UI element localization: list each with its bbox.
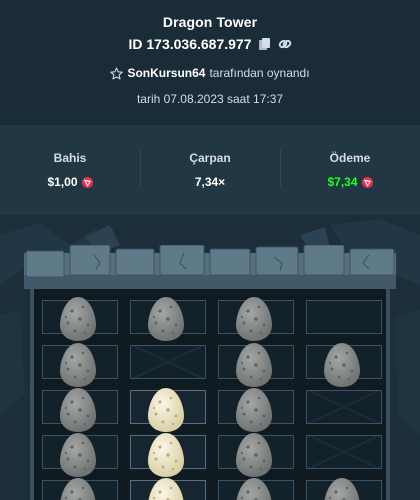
link-icon[interactable] <box>278 37 292 51</box>
played-by-text: tarafından oynandı <box>209 66 310 80</box>
player-line: SonKursun64 tarafından oynandı <box>0 66 420 80</box>
payout-stat: Ödeme $7,34 <box>280 148 420 189</box>
bet-value: $1,00 <box>47 175 78 189</box>
stats-bar: Bahis $1,00 Çarpan 7,34× Ödeme $7,34 <box>0 125 420 215</box>
bet-value-row: $1,00 <box>47 175 93 189</box>
tile[interactable] <box>306 300 382 334</box>
tile[interactable] <box>42 480 118 500</box>
tron-coin-icon <box>361 176 373 188</box>
star-icon[interactable] <box>110 67 124 80</box>
tile[interactable] <box>218 480 294 500</box>
date-text: tarih 07.08.2023 saat 17:37 <box>136 92 284 106</box>
tower-crenellation <box>24 245 396 289</box>
tile[interactable] <box>218 435 294 469</box>
payout-label: Ödeme <box>329 151 371 165</box>
tile[interactable] <box>42 435 118 469</box>
multiplier-label: Çarpan <box>189 151 231 165</box>
payout-value: $7,34 <box>327 175 358 189</box>
tile[interactable] <box>218 300 294 334</box>
bet-details-header: Dragon Tower ID 173.036.687.977 SonKursu… <box>0 0 420 125</box>
tile[interactable] <box>42 390 118 424</box>
tile-picked[interactable] <box>130 390 206 424</box>
multiplier-stat: Çarpan 7,34× <box>140 148 280 189</box>
tile[interactable] <box>42 300 118 334</box>
tile[interactable] <box>306 480 382 500</box>
payout-value-row: $7,34 <box>327 175 373 189</box>
player-name[interactable]: SonKursun64 <box>127 66 205 80</box>
tile[interactable] <box>130 300 206 334</box>
game-title: Dragon Tower <box>162 14 258 30</box>
tower-grid <box>30 289 390 500</box>
tron-coin-icon <box>81 176 93 188</box>
bet-stat: Bahis $1,00 <box>0 151 140 189</box>
tile[interactable] <box>42 345 118 379</box>
tile-picked[interactable] <box>130 480 206 500</box>
game-id-text: ID 173.036.687.977 <box>128 36 252 52</box>
tile[interactable] <box>306 435 382 469</box>
tile[interactable] <box>306 390 382 424</box>
tile[interactable] <box>218 390 294 424</box>
multiplier-value: 7,34× <box>194 175 226 189</box>
copy-icon[interactable] <box>258 37 272 51</box>
tile[interactable] <box>306 345 382 379</box>
bet-label: Bahis <box>53 151 87 165</box>
game-id-row: ID 173.036.687.977 <box>0 36 420 52</box>
tile[interactable] <box>130 345 206 379</box>
game-scene <box>0 215 420 500</box>
tile[interactable] <box>218 345 294 379</box>
tile-picked[interactable] <box>130 435 206 469</box>
